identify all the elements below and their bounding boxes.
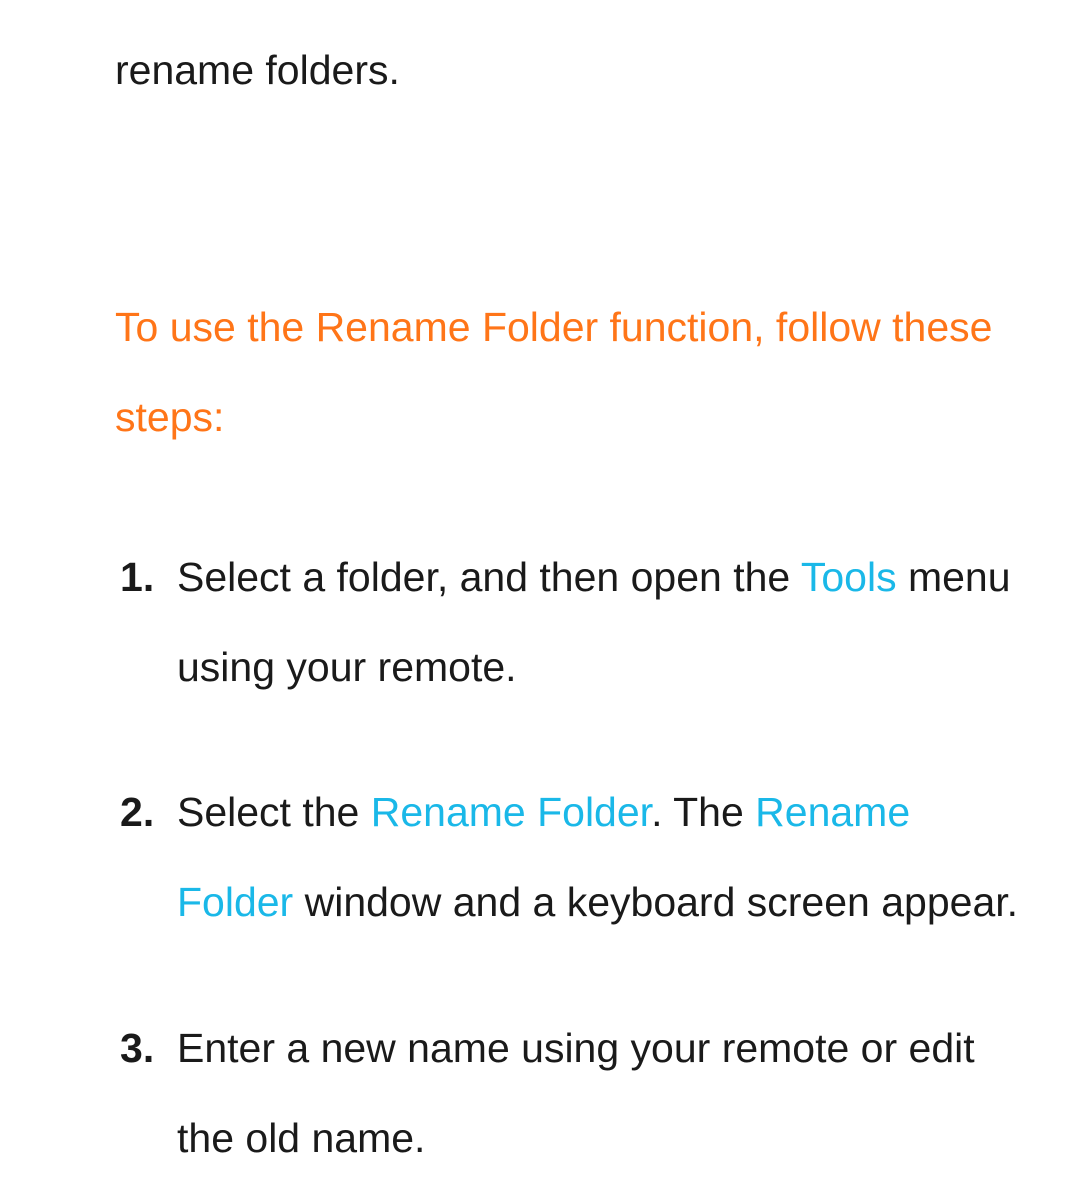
step-2-text-part1: Select the xyxy=(177,789,371,835)
rename-folder-link-text-1: Rename Folder xyxy=(371,789,651,835)
tools-link-text: Tools xyxy=(801,554,897,600)
step-2: Select the Rename Folder. The Rename Fol… xyxy=(115,767,1020,947)
intro-text-fragment: rename folders. xyxy=(115,40,1020,102)
step-1-text-part1: Select a folder, and then open the xyxy=(177,554,801,600)
step-3: Enter a new name using your remote or ed… xyxy=(115,1003,1020,1183)
section-heading: To use the Rename Folder function, follo… xyxy=(115,282,1020,462)
step-2-text-part2: . The xyxy=(651,789,755,835)
step-1: Select a folder, and then open the Tools… xyxy=(115,532,1020,712)
steps-list: Select a folder, and then open the Tools… xyxy=(115,532,1020,1183)
step-3-text: Enter a new name using your remote or ed… xyxy=(177,1025,975,1161)
step-2-text-part3: window and a keyboard screen appear. xyxy=(293,879,1018,925)
